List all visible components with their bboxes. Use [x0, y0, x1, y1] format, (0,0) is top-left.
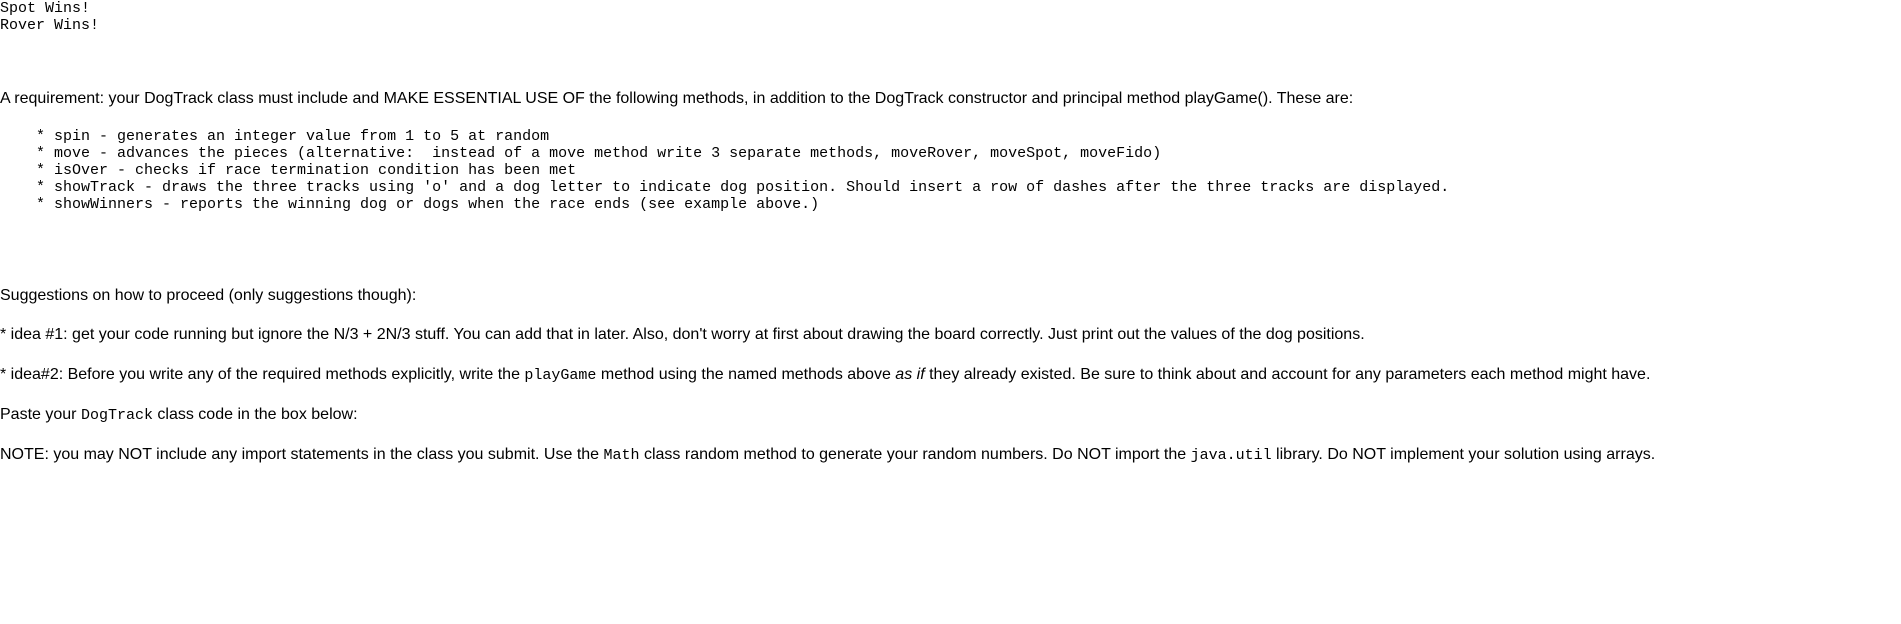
idea-1: * idea #1: get your code running but ign…: [0, 324, 1901, 346]
note-pre: NOTE: you may NOT include any import sta…: [0, 446, 604, 463]
idea2-mid: method using the named methods above: [596, 366, 895, 383]
paste-code-dogtrack: DogTrack: [81, 407, 153, 424]
requirement-text-before: A requirement: your: [0, 90, 144, 107]
idea2-post: they already existed. Be sure to think a…: [925, 366, 1651, 383]
paste-pre: Paste your: [0, 406, 81, 423]
requirement-text-after: class must include and MAKE ESSENTIAL US…: [213, 90, 1353, 107]
idea2-pre: * idea#2: Before you write any of the re…: [0, 366, 524, 383]
requirement-class-name: DogTrack: [144, 90, 213, 107]
idea2-code-playgame: playGame: [524, 367, 596, 384]
note-code-math: Math: [604, 447, 640, 464]
note-mid: class random method to generate your ran…: [640, 446, 1191, 463]
note-text: NOTE: you may NOT include any import sta…: [0, 444, 1901, 466]
output-line-2: Rover Wins!: [0, 17, 1901, 34]
output-line-1: Spot Wins!: [0, 0, 1901, 17]
note-code-javautil: java.util: [1191, 447, 1272, 464]
paste-instruction: Paste your DogTrack class code in the bo…: [0, 404, 1901, 426]
note-post: library. Do NOT implement your solution …: [1272, 446, 1656, 463]
paste-post: class code in the box below:: [153, 406, 358, 423]
idea-2: * idea#2: Before you write any of the re…: [0, 364, 1901, 386]
requirement-intro: A requirement: your DogTrack class must …: [0, 88, 1901, 110]
methods-list: * spin - generates an integer value from…: [0, 128, 1901, 213]
suggestions-heading: Suggestions on how to proceed (only sugg…: [0, 285, 1901, 307]
idea2-em-asif: as if: [895, 366, 924, 383]
